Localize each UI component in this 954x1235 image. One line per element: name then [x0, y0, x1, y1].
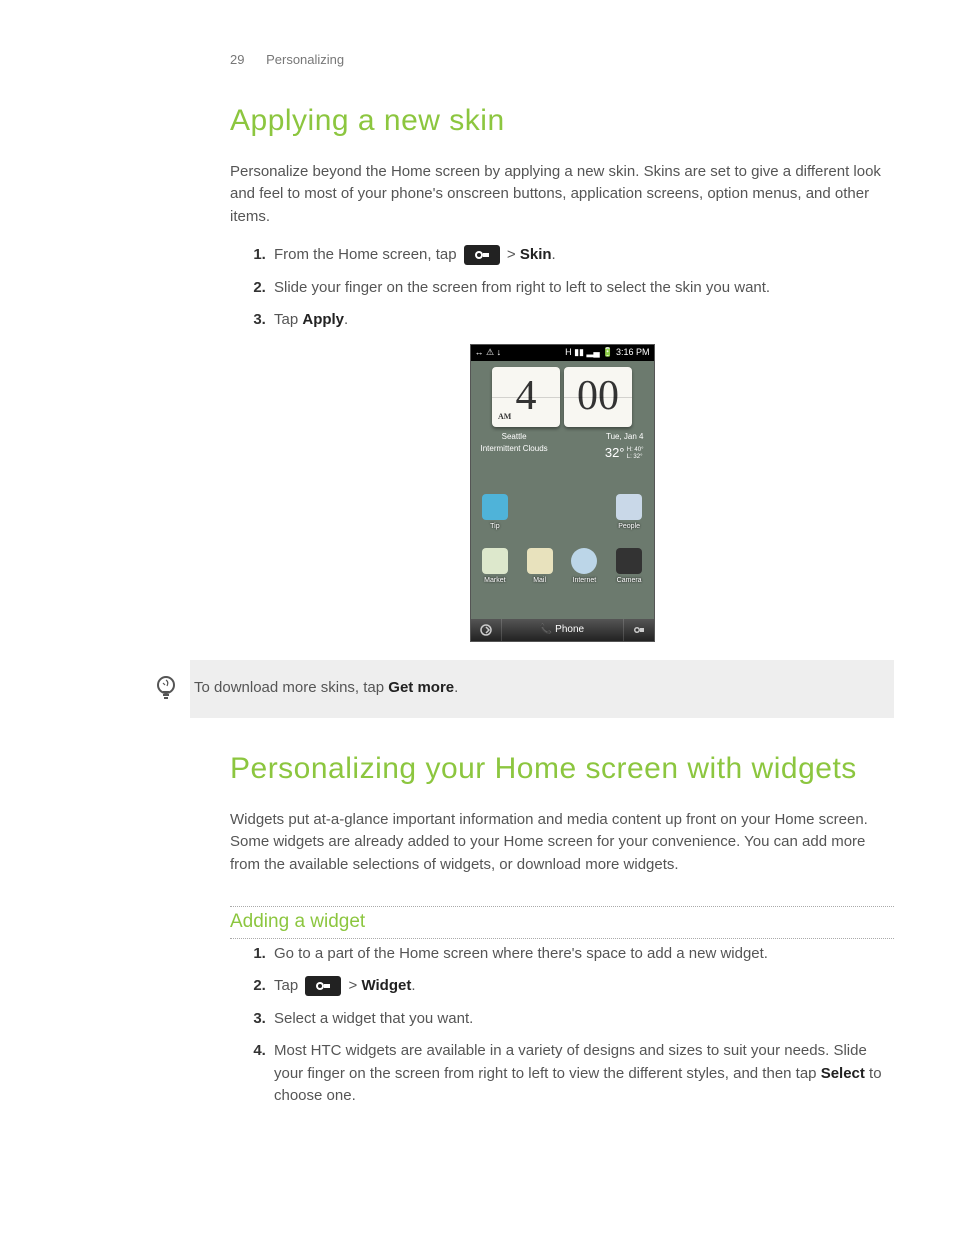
step1-target: Skin: [520, 246, 552, 263]
clock-widget: 4 AM 00 Seattle Intermittent Clouds Tue, …: [477, 367, 648, 477]
step3-pre: Tap: [274, 311, 302, 328]
dock-phone-button: 📞 Phone: [502, 622, 623, 637]
ws4-pre: Most HTC widgets are available in a vari…: [274, 1042, 867, 1082]
app-internet-label: Internet: [568, 576, 600, 587]
step1-text-pre: From the Home screen, tap: [274, 246, 461, 263]
app-tip: Tip: [479, 494, 511, 533]
weather-date: Tue, Jan 4: [605, 431, 644, 443]
step-1: From the Home screen, tap > Skin.: [270, 244, 894, 267]
weather-row: Seattle Intermittent Clouds Tue, Jan 4 3…: [477, 427, 648, 463]
app-market: Market: [479, 548, 511, 587]
phone-frame: ↔ ⚠ ↓ H ▮▮ ▂▄ 🔋 3:16 PM 4 AM 00 Seattle I…: [470, 344, 655, 642]
steps-list-2: Go to a part of the Home screen where th…: [250, 943, 894, 1108]
widget-step-1: Go to a part of the Home screen where th…: [270, 943, 894, 966]
weather-cond: Intermittent Clouds: [481, 443, 548, 455]
flip-clock: 4 AM 00: [477, 367, 648, 427]
widget-step-2: Tap > Widget.: [270, 975, 894, 998]
weather-temp: 32°: [605, 445, 625, 460]
app-camera-label: Camera: [613, 576, 645, 587]
ws2-target: Widget: [361, 977, 411, 994]
manual-page: 29 Personalizing Applying a new skin Per…: [0, 0, 954, 1168]
tip-text: To download more skins, tap Get more.: [190, 677, 458, 700]
dock-apps-icon: [471, 619, 502, 641]
weather-lo: L: 32°: [627, 454, 643, 460]
app-mail: Mail: [524, 548, 556, 587]
weather-left: Seattle Intermittent Clouds: [481, 431, 548, 463]
app-tip-label: Tip: [479, 522, 511, 533]
clock-minutes: 00: [564, 367, 632, 427]
app-row-2: Market Mail Internet Camera: [471, 537, 654, 591]
personalize-icon: [305, 976, 341, 996]
tip-pre: To download more skins, tap: [194, 679, 388, 696]
dock-personalize-icon: [623, 619, 654, 641]
ws2-post: .: [411, 977, 415, 994]
ws2-pre: Tap: [274, 977, 302, 994]
step-3: Tap Apply.: [270, 309, 894, 332]
step-2: Slide your finger on the screen from rig…: [270, 277, 894, 300]
phone-screenshot: ↔ ⚠ ↓ H ▮▮ ▂▄ 🔋 3:16 PM 4 AM 00 Seattle I…: [230, 344, 894, 642]
step3-post: .: [344, 311, 348, 328]
lightbulb-icon: [142, 674, 190, 704]
clock-h-val: 4: [516, 365, 537, 428]
status-bar: ↔ ⚠ ↓ H ▮▮ ▂▄ 🔋 3:16 PM: [471, 345, 654, 361]
personalize-icon: [464, 245, 500, 265]
app-mail-label: Mail: [524, 576, 556, 587]
app-row-1: Tip People: [471, 483, 654, 537]
heading-widgets: Personalizing your Home screen with widg…: [230, 746, 894, 791]
subheading-adding-widget: Adding a widget: [230, 906, 894, 939]
app-people-label: People: [613, 522, 645, 533]
page-number: 29: [230, 52, 244, 67]
clock-ampm: AM: [498, 411, 511, 423]
heading-applying-skin: Applying a new skin: [230, 98, 894, 143]
step1-sep: >: [503, 246, 520, 263]
phone-dock: 📞 Phone: [471, 619, 654, 641]
step1-post: .: [552, 246, 556, 263]
status-right: H ▮▮ ▂▄ 🔋 3:16 PM: [565, 346, 649, 360]
page-header: 29 Personalizing: [230, 50, 894, 70]
app-internet: Internet: [568, 548, 600, 587]
tip-bold: Get more: [388, 679, 454, 696]
weather-city: Seattle: [481, 431, 548, 443]
widget-step-3: Select a widget that you want.: [270, 1008, 894, 1031]
weather-right: Tue, Jan 4 32° H: 40° L: 32°: [605, 431, 644, 463]
tip-post: .: [454, 679, 458, 696]
app-market-label: Market: [479, 576, 511, 587]
steps-list-1: From the Home screen, tap > Skin. Slide …: [250, 244, 894, 332]
ws2-sep: >: [344, 977, 361, 994]
intro-paragraph-2: Widgets put at-a-glance important inform…: [230, 809, 894, 877]
section-name: Personalizing: [266, 52, 344, 67]
clock-hours: 4 AM: [492, 367, 560, 427]
intro-paragraph-1: Personalize beyond the Home screen by ap…: [230, 161, 894, 229]
ws4-target: Select: [821, 1065, 865, 1082]
step3-target: Apply: [302, 311, 344, 328]
weather-temp-line: 32° H: 40° L: 32°: [605, 443, 644, 463]
weather-hilo: H: 40° L: 32°: [627, 447, 644, 461]
app-camera: Camera: [613, 548, 645, 587]
widget-step-4: Most HTC widgets are available in a vari…: [270, 1040, 894, 1108]
status-left: ↔ ⚠ ↓: [475, 346, 502, 360]
weather-hi: H: 40°: [627, 447, 644, 453]
tip-callout: To download more skins, tap Get more.: [190, 660, 894, 718]
app-people: People: [613, 494, 645, 533]
